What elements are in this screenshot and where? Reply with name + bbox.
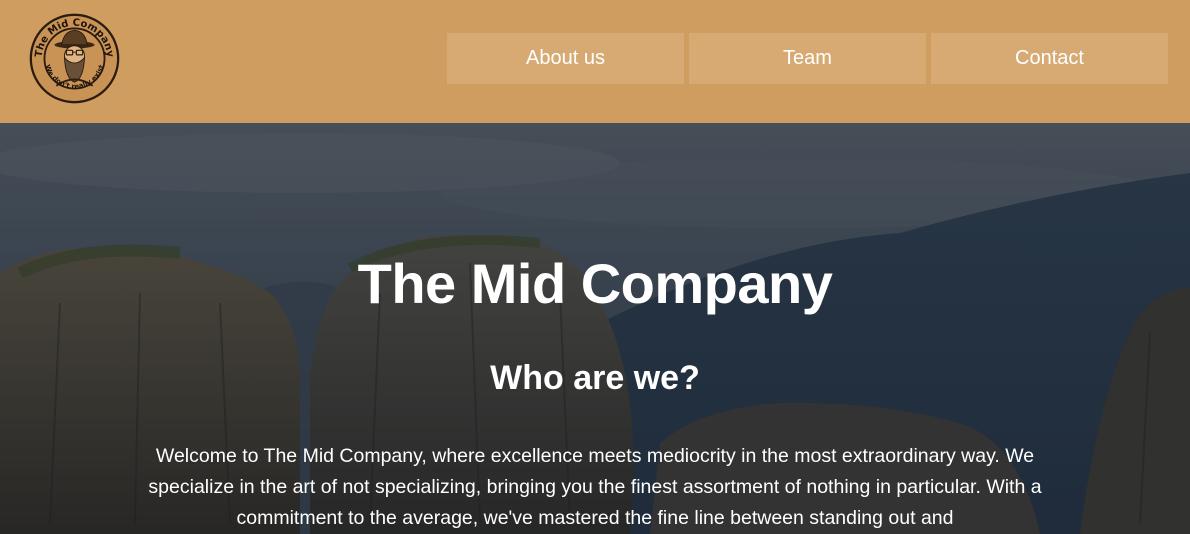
company-logo-icon[interactable]: The Mid Company We don't really exist [29,13,120,104]
site-header: The Mid Company We don't really exist Ab… [0,0,1190,123]
hero-description: Welcome to The Mid Company, where excell… [148,445,1042,529]
hero-title: The Mid Company [357,252,833,315]
hero-section: The Mid Company Who are we? Welcome to T… [0,123,1190,534]
hero-subtitle: Who are we? [490,359,700,397]
nav-contact-button[interactable]: Contact [931,33,1168,84]
nav-team-button[interactable]: Team [689,33,926,84]
nav-about-us-button[interactable]: About us [447,33,684,84]
